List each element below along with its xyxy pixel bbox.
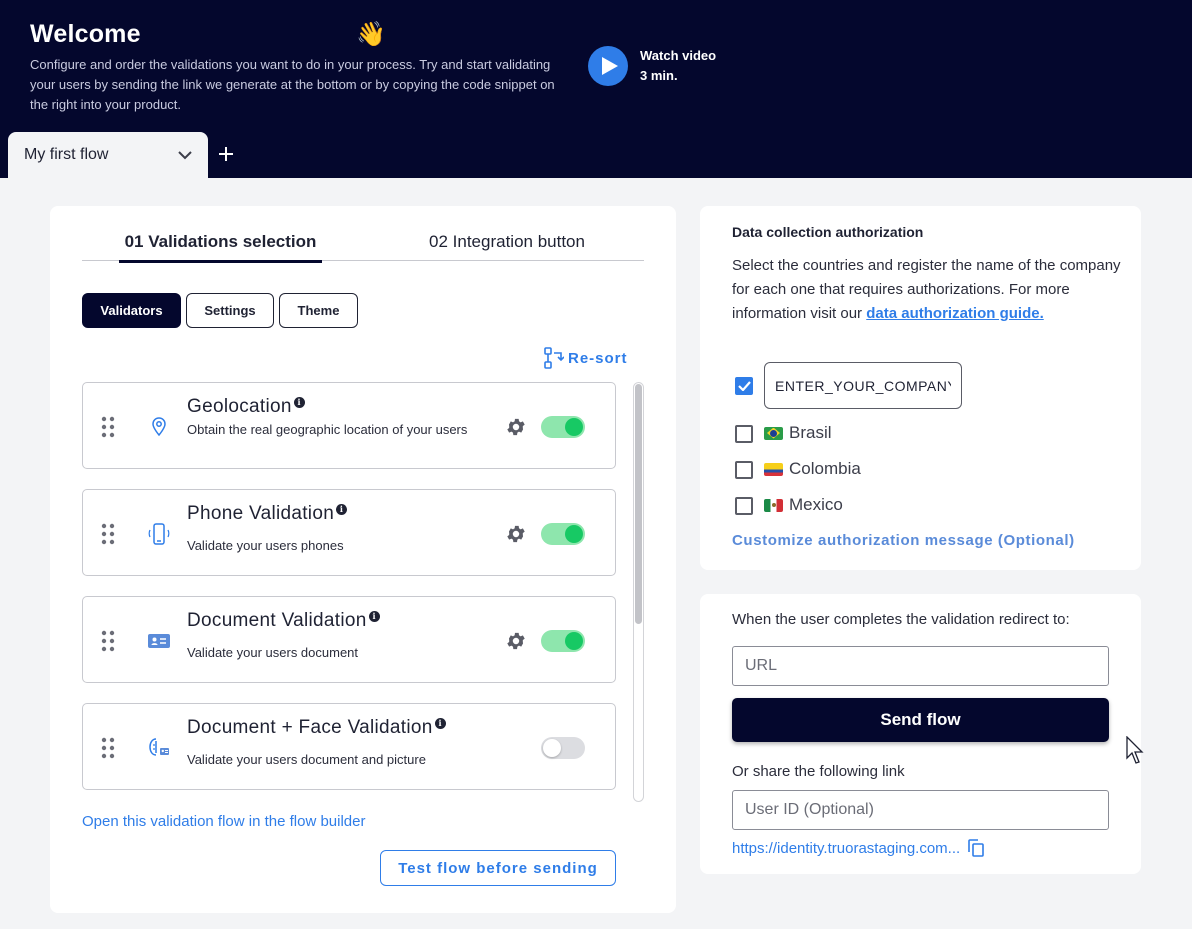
validator-document-face: Document + Face Validation i Validate you…	[82, 703, 616, 790]
validator-title: Phone Validation i	[187, 503, 348, 525]
mexico-flag-icon	[764, 498, 783, 512]
flow-builder-link[interactable]: Open this validation flow in the flow bu…	[82, 813, 366, 830]
gear-icon[interactable]	[505, 416, 527, 438]
validator-title-text: Document Validation	[187, 610, 367, 631]
validator-toggle[interactable]	[541, 416, 585, 438]
redirect-card: When the user completes the validation r…	[700, 594, 1141, 874]
test-flow-button[interactable]: Test flow before sending	[380, 850, 616, 886]
authorization-title: Data collection authorization	[732, 224, 924, 240]
validator-toggle[interactable]	[541, 630, 585, 652]
welcome-description: Configure and order the validations you …	[30, 57, 555, 112]
toggle-knob	[565, 525, 583, 543]
validator-document: Document Validation i Validate your users…	[82, 596, 616, 683]
country-mexico: Mexico	[764, 495, 843, 515]
validator-title: Document + Face Validation i	[187, 717, 446, 739]
chevron-down-icon[interactable]	[178, 150, 192, 160]
scrollbar-thumb[interactable]	[635, 384, 642, 624]
company-name-input[interactable]	[764, 362, 962, 409]
validator-geolocation: Geolocation i Obtain the real geographic …	[82, 382, 616, 469]
validator-description: Obtain the real geographic location of y…	[187, 422, 468, 437]
colombia-flag-icon	[764, 462, 783, 476]
plus-icon	[219, 147, 233, 161]
page-title: Welcome	[30, 20, 141, 48]
validator-title: Geolocation i	[187, 396, 305, 418]
validator-title-text: Document + Face Validation	[187, 717, 433, 738]
customize-message-link[interactable]: Customize authorization message (Optiona…	[732, 532, 1075, 549]
country-colombia: Colombia	[764, 459, 861, 479]
country-brasil: Brasil	[764, 423, 832, 443]
validator-phone: Phone Validation i Validate your users ph…	[82, 489, 616, 576]
validator-title-text: Phone Validation	[187, 503, 335, 524]
drag-handle-icon[interactable]	[101, 416, 115, 438]
redirect-url-input[interactable]	[732, 646, 1109, 686]
validator-title-text: Geolocation	[187, 396, 292, 417]
authorization-guide-link[interactable]: data authorization guide.	[866, 305, 1044, 322]
validator-description: Validate your users document	[187, 645, 359, 660]
validator-toggle[interactable]	[541, 737, 585, 759]
drag-handle-icon[interactable]	[101, 737, 115, 759]
authorization-text: Select the countries and register the na…	[732, 254, 1122, 326]
share-link-text[interactable]: https://identity.truorastaging.com...	[732, 840, 960, 857]
send-flow-button[interactable]: Send flow	[732, 698, 1109, 742]
share-label: Or share the following link	[732, 763, 905, 780]
company-checkbox[interactable]	[735, 377, 753, 395]
watch-video-button[interactable]: Watch video 3 min.	[588, 46, 716, 86]
validator-title: Document Validation i	[187, 610, 380, 632]
main-tabs: 01 Validations selection 02 Integration …	[82, 222, 644, 263]
tab-validations-selection[interactable]: 01 Validations selection	[119, 222, 322, 263]
validator-description: Validate your users document and picture	[187, 752, 426, 767]
location-pin-icon	[152, 417, 166, 437]
flow-tab-my-first-flow[interactable]: My first flow	[8, 132, 208, 178]
country-checkbox-mexico[interactable]	[735, 497, 753, 515]
info-icon[interactable]: i	[336, 503, 348, 515]
mouse-cursor-icon	[1126, 736, 1144, 764]
drag-handle-icon[interactable]	[101, 630, 115, 652]
info-icon[interactable]: i	[293, 396, 305, 408]
validations-card: 01 Validations selection 02 Integration …	[50, 206, 676, 913]
toggle-knob	[543, 739, 561, 757]
validator-description: Validate your users phones	[187, 538, 344, 553]
header: Welcome 👋 Configure and order the valida…	[0, 0, 1192, 178]
user-id-input[interactable]	[732, 790, 1109, 830]
toggle-knob	[565, 418, 583, 436]
toggle-knob	[565, 632, 583, 650]
brasil-flag-icon	[764, 426, 783, 440]
resort-button[interactable]: Re-sort	[544, 347, 628, 369]
country-label: Mexico	[789, 495, 843, 514]
face-document-icon	[149, 738, 169, 756]
resort-label: Re-sort	[568, 349, 628, 367]
info-icon[interactable]: i	[368, 610, 380, 622]
tab-validators[interactable]: Validators	[82, 293, 181, 328]
tab-integration-button[interactable]: 02 Integration button	[387, 222, 627, 261]
gear-icon[interactable]	[505, 630, 527, 652]
authorization-card: Data collection authorization Select the…	[700, 206, 1141, 570]
play-icon[interactable]	[588, 46, 628, 86]
add-flow-button[interactable]	[214, 142, 238, 166]
country-label: Brasil	[789, 423, 832, 442]
redirect-label: When the user completes the validation r…	[732, 611, 1070, 628]
phone-icon	[148, 523, 170, 545]
info-icon[interactable]: i	[434, 717, 446, 729]
watch-video-label: Watch video	[640, 48, 717, 63]
wave-emoji: 👋	[356, 21, 386, 48]
validators-scrollbar[interactable]	[633, 382, 644, 802]
country-label: Colombia	[789, 459, 861, 478]
country-checkbox-colombia[interactable]	[735, 461, 753, 479]
tab-theme[interactable]: Theme	[279, 293, 358, 328]
share-link[interactable]: https://identity.truorastaging.com...	[732, 839, 984, 857]
drag-handle-icon[interactable]	[101, 523, 115, 545]
watch-video-duration: 3 min.	[640, 68, 678, 83]
id-card-icon	[148, 634, 170, 648]
copy-icon[interactable]	[968, 839, 984, 857]
flow-tab-label: My first flow	[24, 146, 109, 163]
check-icon	[737, 381, 751, 391]
watch-video-text: Watch video 3 min.	[640, 46, 716, 86]
validator-toggle[interactable]	[541, 523, 585, 545]
gear-icon[interactable]	[505, 523, 527, 545]
resort-icon	[544, 347, 564, 369]
country-checkbox-brasil[interactable]	[735, 425, 753, 443]
tab-settings[interactable]: Settings	[186, 293, 274, 328]
